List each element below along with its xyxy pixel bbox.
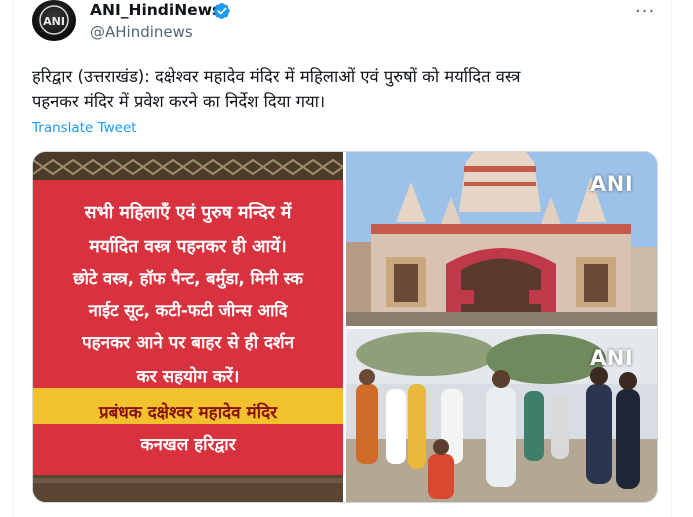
avatar[interactable]: ANI [32, 0, 76, 41]
left-column-border [13, 0, 14, 517]
ani-watermark: ANI [590, 346, 634, 370]
banner-line: सभी महिलाएँ एवं पुरुष मन्दिर में [84, 203, 292, 223]
banner-line: प्रबंधक दक्षेश्वर महादेव मंदिर [98, 403, 278, 423]
handle[interactable]: @AHindinews [90, 22, 193, 42]
photo-temple[interactable]: ANI [346, 152, 657, 326]
banner-line: मर्यादित वस्त्र पहनकर ही आयें। [89, 237, 287, 257]
verified-badge-icon [213, 2, 230, 20]
media-grid: सभी महिलाएँ एवं पुरुष मन्दिर में मर्यादि… [32, 151, 658, 503]
photo-banner-notice[interactable]: सभी महिलाएँ एवं पुरुष मन्दिर में मर्यादि… [33, 152, 343, 502]
tweet-text: हरिद्वार (उत्तराखंड): दक्षेश्वर महादेव म… [32, 64, 657, 114]
banner-line: कर सहयोग करें। [136, 367, 240, 387]
banner-line: छोटे वस्त्र, हॉफ पैन्ट, बर्मुडा, मिनी स्… [73, 269, 303, 288]
avatar-logo-text: ANI [43, 15, 65, 28]
translate-tweet-link[interactable]: Translate Tweet [32, 120, 137, 136]
tweet-text-line: हरिद्वार (उत्तराखंड): दक्षेश्वर महादेव म… [32, 67, 521, 86]
more-options-icon[interactable]: ··· [635, 1, 655, 22]
banner-line: पहनकर आने पर बाहर से ही दर्शन [81, 333, 295, 353]
display-name[interactable]: ANI_HindiNews [90, 0, 221, 20]
banner-line: नाईट सूट, कटी-फटी जीन्स आदि [88, 301, 288, 320]
tweet-text-line: पहनकर मंदिर में प्रवेश करने का निर्देश द… [32, 92, 326, 111]
right-column-border [671, 0, 672, 517]
banner-line: कनखल हरिद्वार [140, 435, 236, 455]
photo-devotees[interactable]: ANI [346, 329, 657, 502]
ani-watermark: ANI [590, 172, 634, 196]
